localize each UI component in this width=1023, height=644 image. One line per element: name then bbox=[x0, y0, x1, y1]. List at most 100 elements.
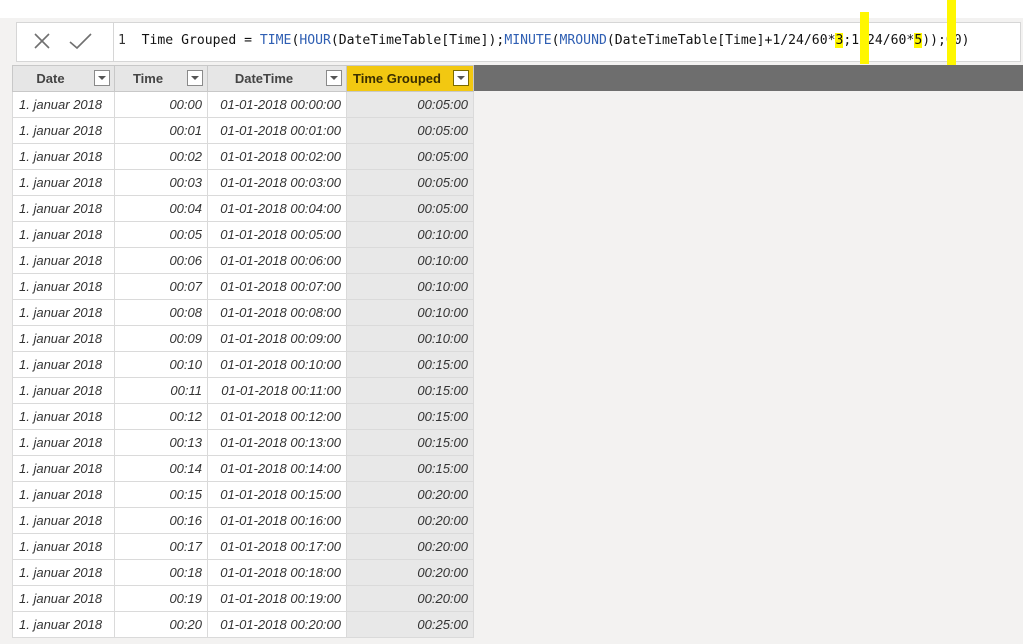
formula-token: Time Grouped = bbox=[125, 33, 260, 48]
column-header-time[interactable]: Time bbox=[114, 65, 208, 92]
time-grouped-cell[interactable]: 00:10:00 bbox=[346, 273, 474, 300]
datetime-cell[interactable]: 01-01-2018 00:20:00 bbox=[207, 611, 347, 638]
date-cell[interactable]: 1. januar 2018 bbox=[12, 611, 115, 638]
time-grouped-cell[interactable]: 00:20:00 bbox=[346, 481, 474, 508]
time-grouped-cell[interactable]: 00:10:00 bbox=[346, 299, 474, 326]
time-grouped-cell[interactable]: 00:15:00 bbox=[346, 429, 474, 456]
column-header-time-grouped[interactable]: Time Grouped bbox=[346, 65, 474, 92]
time-grouped-cell[interactable]: 00:15:00 bbox=[346, 377, 474, 404]
time-grouped-cell[interactable]: 00:25:00 bbox=[346, 611, 474, 638]
top-strip bbox=[0, 0, 1023, 18]
datetime-cell[interactable]: 01-01-2018 00:17:00 bbox=[207, 533, 347, 560]
date-cell[interactable]: 1. januar 2018 bbox=[12, 91, 115, 118]
datetime-cell[interactable]: 01-01-2018 00:11:00 bbox=[207, 377, 347, 404]
time-cell[interactable]: 00:02 bbox=[114, 143, 208, 170]
date-cell[interactable]: 1. januar 2018 bbox=[12, 117, 115, 144]
date-cell[interactable]: 1. januar 2018 bbox=[12, 507, 115, 534]
datetime-cell[interactable]: 01-01-2018 00:05:00 bbox=[207, 221, 347, 248]
datetime-cell[interactable]: 01-01-2018 00:14:00 bbox=[207, 455, 347, 482]
date-cell[interactable]: 1. januar 2018 bbox=[12, 143, 115, 170]
datetime-cell[interactable]: 01-01-2018 00:06:00 bbox=[207, 247, 347, 274]
table-row: 1. januar 2018 00:13 01-01-2018 00:13:00 00… bbox=[12, 429, 474, 456]
time-cell[interactable]: 00:19 bbox=[114, 585, 208, 612]
time-cell[interactable]: 00:05 bbox=[114, 221, 208, 248]
formula-input[interactable]: 1 Time Grouped = TIME(HOUR(DateTimeTable… bbox=[118, 23, 970, 61]
cancel-button[interactable] bbox=[29, 30, 55, 54]
datetime-cell[interactable]: 01-01-2018 00:07:00 bbox=[207, 273, 347, 300]
time-grouped-cell[interactable]: 00:20:00 bbox=[346, 585, 474, 612]
date-cell[interactable]: 1. januar 2018 bbox=[12, 455, 115, 482]
date-cell[interactable]: 1. januar 2018 bbox=[12, 195, 115, 222]
datetime-cell[interactable]: 01-01-2018 00:08:00 bbox=[207, 299, 347, 326]
datetime-cell[interactable]: 01-01-2018 00:03:00 bbox=[207, 169, 347, 196]
time-cell[interactable]: 00:16 bbox=[114, 507, 208, 534]
date-cell[interactable]: 1. januar 2018 bbox=[12, 325, 115, 352]
column-header-datetime[interactable]: DateTime bbox=[207, 65, 347, 92]
time-cell[interactable]: 00:08 bbox=[114, 299, 208, 326]
time-cell[interactable]: 00:09 bbox=[114, 325, 208, 352]
time-cell[interactable]: 00:10 bbox=[114, 351, 208, 378]
time-cell[interactable]: 00:12 bbox=[114, 403, 208, 430]
time-grouped-cell[interactable]: 00:05:00 bbox=[346, 195, 474, 222]
date-cell[interactable]: 1. januar 2018 bbox=[12, 559, 115, 586]
datetime-cell[interactable]: 01-01-2018 00:19:00 bbox=[207, 585, 347, 612]
time-cell[interactable]: 00:00 bbox=[114, 91, 208, 118]
time-grouped-cell[interactable]: 00:10:00 bbox=[346, 325, 474, 352]
time-cell[interactable]: 00:15 bbox=[114, 481, 208, 508]
time-grouped-cell[interactable]: 00:20:00 bbox=[346, 507, 474, 534]
time-cell[interactable]: 00:01 bbox=[114, 117, 208, 144]
time-cell[interactable]: 00:18 bbox=[114, 559, 208, 586]
date-cell[interactable]: 1. januar 2018 bbox=[12, 429, 115, 456]
date-cell[interactable]: 1. januar 2018 bbox=[12, 299, 115, 326]
time-cell[interactable]: 00:07 bbox=[114, 273, 208, 300]
time-cell[interactable]: 00:11 bbox=[114, 377, 208, 404]
filter-dropdown-icon[interactable] bbox=[94, 70, 110, 86]
filter-dropdown-icon[interactable] bbox=[326, 70, 342, 86]
datetime-cell[interactable]: 01-01-2018 00:16:00 bbox=[207, 507, 347, 534]
datetime-cell[interactable]: 01-01-2018 00:01:00 bbox=[207, 117, 347, 144]
date-cell[interactable]: 1. januar 2018 bbox=[12, 169, 115, 196]
time-cell[interactable]: 00:13 bbox=[114, 429, 208, 456]
datetime-cell[interactable]: 01-01-2018 00:10:00 bbox=[207, 351, 347, 378]
time-cell[interactable]: 00:17 bbox=[114, 533, 208, 560]
time-cell[interactable]: 00:04 bbox=[114, 195, 208, 222]
time-grouped-cell[interactable]: 00:05:00 bbox=[346, 91, 474, 118]
time-cell[interactable]: 00:14 bbox=[114, 455, 208, 482]
datetime-cell[interactable]: 01-01-2018 00:04:00 bbox=[207, 195, 347, 222]
datetime-cell[interactable]: 01-01-2018 00:18:00 bbox=[207, 559, 347, 586]
time-cell[interactable]: 00:03 bbox=[114, 169, 208, 196]
time-grouped-cell[interactable]: 00:15:00 bbox=[346, 403, 474, 430]
date-cell[interactable]: 1. januar 2018 bbox=[12, 351, 115, 378]
date-cell[interactable]: 1. januar 2018 bbox=[12, 403, 115, 430]
filter-dropdown-icon[interactable] bbox=[453, 70, 469, 86]
time-grouped-cell[interactable]: 00:20:00 bbox=[346, 533, 474, 560]
column-header-date[interactable]: Date bbox=[12, 65, 115, 92]
time-grouped-cell[interactable]: 00:15:00 bbox=[346, 351, 474, 378]
datetime-cell[interactable]: 01-01-2018 00:15:00 bbox=[207, 481, 347, 508]
commit-button[interactable] bbox=[67, 30, 93, 54]
time-cell[interactable]: 00:06 bbox=[114, 247, 208, 274]
time-grouped-cell[interactable]: 00:05:00 bbox=[346, 117, 474, 144]
date-cell[interactable]: 1. januar 2018 bbox=[12, 273, 115, 300]
time-cell[interactable]: 00:20 bbox=[114, 611, 208, 638]
date-cell[interactable]: 1. januar 2018 bbox=[12, 533, 115, 560]
datetime-cell[interactable]: 01-01-2018 00:02:00 bbox=[207, 143, 347, 170]
time-grouped-cell[interactable]: 00:05:00 bbox=[346, 169, 474, 196]
time-grouped-cell[interactable]: 00:10:00 bbox=[346, 247, 474, 274]
time-grouped-cell[interactable]: 00:10:00 bbox=[346, 221, 474, 248]
date-cell[interactable]: 1. januar 2018 bbox=[12, 585, 115, 612]
time-grouped-cell[interactable]: 00:20:00 bbox=[346, 559, 474, 586]
date-cell[interactable]: 1. januar 2018 bbox=[12, 247, 115, 274]
datetime-cell[interactable]: 01-01-2018 00:00:00 bbox=[207, 91, 347, 118]
formula-token: (DateTimeTable[Time]+1/24/60* bbox=[606, 33, 836, 48]
date-cell[interactable]: 1. januar 2018 bbox=[12, 221, 115, 248]
formula-bar-buttons bbox=[17, 23, 114, 61]
time-grouped-cell[interactable]: 00:15:00 bbox=[346, 455, 474, 482]
date-cell[interactable]: 1. januar 2018 bbox=[12, 377, 115, 404]
date-cell[interactable]: 1. januar 2018 bbox=[12, 481, 115, 508]
datetime-cell[interactable]: 01-01-2018 00:13:00 bbox=[207, 429, 347, 456]
datetime-cell[interactable]: 01-01-2018 00:09:00 bbox=[207, 325, 347, 352]
time-grouped-cell[interactable]: 00:05:00 bbox=[346, 143, 474, 170]
filter-dropdown-icon[interactable] bbox=[187, 70, 203, 86]
datetime-cell[interactable]: 01-01-2018 00:12:00 bbox=[207, 403, 347, 430]
